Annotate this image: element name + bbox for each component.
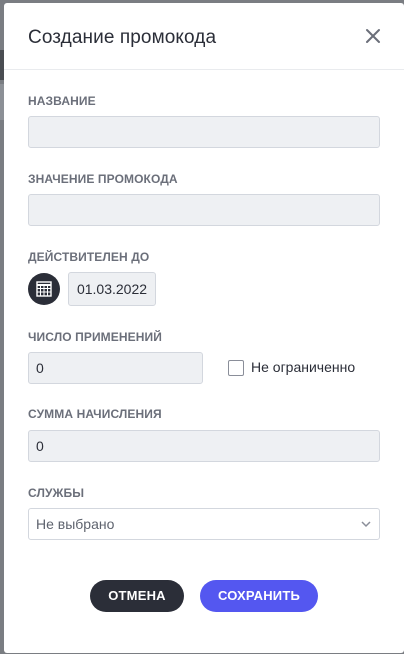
close-icon-graphic (366, 29, 380, 43)
calendar-icon[interactable] (28, 273, 60, 305)
close-icon[interactable] (362, 25, 384, 47)
create-promo-modal: Создание промокода НАЗВАНИЕ ЗНАЧЕНИЕ ПРО… (4, 3, 404, 653)
uses-count-input[interactable] (28, 352, 203, 384)
promo-value-input[interactable] (28, 194, 380, 226)
credit-amount-input[interactable] (28, 430, 380, 462)
name-input[interactable] (28, 116, 380, 148)
chevron-down-icon (361, 521, 371, 528)
save-button[interactable]: СОХРАНИТЬ (200, 580, 318, 612)
modal-header: Создание промокода (4, 3, 404, 70)
modal-title: Создание промокода (28, 27, 217, 48)
services-selected-value: Не выбрано (36, 516, 115, 532)
valid-until-date-field[interactable]: 01.03.2022 (68, 272, 156, 306)
services-select[interactable]: Не выбрано (28, 508, 380, 540)
credit-amount-label: СУММА НАЧИСЛЕНИЯ (28, 407, 162, 421)
unlimited-checkbox-label[interactable]: Не ограниченно (251, 359, 355, 375)
promo-value-label: ЗНАЧЕНИЕ ПРОМОКОДА (28, 172, 178, 186)
calendar-icon-graphic (36, 281, 52, 297)
name-label: НАЗВАНИЕ (28, 94, 96, 108)
unlimited-checkbox[interactable] (228, 360, 244, 376)
valid-until-label: ДЕЙСТВИТЕЛЕН ДО (28, 250, 150, 264)
uses-count-label: ЧИСЛО ПРИМЕНЕНИЙ (28, 330, 162, 344)
cancel-button[interactable]: ОТМЕНА (90, 580, 184, 612)
services-label: СЛУЖБЫ (28, 486, 85, 500)
